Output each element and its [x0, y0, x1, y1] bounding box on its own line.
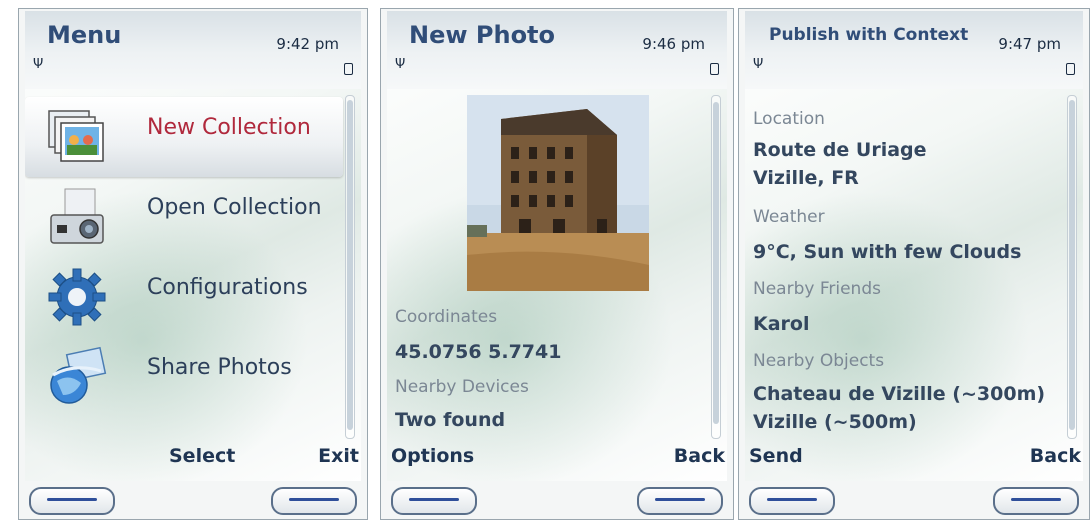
battery-icon: [344, 63, 353, 75]
nearby-objects-line1: Chateau de Vizille (~300m): [753, 383, 1046, 405]
menu-item-new-collection[interactable]: New Collection: [25, 97, 343, 177]
status-title-bar: New Photo 9:46 pm Ψ: [387, 11, 727, 89]
status-title-bar: Publish with Context 9:47 pm Ψ: [745, 11, 1083, 89]
signal-icon: Ψ: [753, 57, 764, 72]
nearby-friends-label: Nearby Friends: [753, 279, 881, 299]
nearby-objects-label: Nearby Objects: [753, 351, 885, 371]
location-line2: Vizille, FR: [753, 167, 859, 189]
scrollbar[interactable]: [1067, 95, 1077, 439]
screen-title: New Photo: [409, 21, 556, 49]
publish-screen: Publish with Context 9:47 pm Ψ Location …: [738, 8, 1090, 520]
scrollbar[interactable]: [345, 95, 355, 439]
right-softkey-button[interactable]: [993, 487, 1079, 515]
photo-display: New Photo 9:46 pm Ψ Coordinates 45.0756 …: [387, 11, 727, 481]
location-label: Location: [753, 109, 825, 129]
softkey-bar: Send Back: [745, 437, 1083, 477]
options-softkey[interactable]: Options: [391, 445, 474, 467]
coordinates-value: 45.0756 5.7741: [395, 341, 562, 363]
new-photo-screen: New Photo 9:46 pm Ψ Coordinates 45.0756 …: [380, 8, 734, 520]
right-softkey-button[interactable]: [271, 487, 357, 515]
location-line1: Route de Uriage: [753, 139, 927, 161]
exit-softkey[interactable]: Exit: [318, 445, 359, 467]
menu-screen: Menu 9:42 pm Ψ New Collection Open Colle…: [18, 8, 368, 520]
menu-item-label: New Collection: [147, 115, 311, 140]
back-softkey[interactable]: Back: [1030, 445, 1081, 467]
menu-item-share-photos[interactable]: Share Photos: [25, 337, 343, 417]
nearby-devices-label: Nearby Devices: [395, 377, 529, 397]
screen-title: Publish with Context: [769, 25, 969, 45]
nearby-objects-line2: Vizille (~500m): [753, 411, 917, 433]
coordinates-label: Coordinates: [395, 307, 498, 327]
send-softkey[interactable]: Send: [749, 445, 803, 467]
publish-display: Publish with Context 9:47 pm Ψ Location …: [745, 11, 1083, 481]
photo-thumbnail[interactable]: [467, 95, 649, 291]
gear-icon: [48, 268, 106, 326]
nearby-friends-value: Karol: [753, 313, 810, 335]
weather-label: Weather: [753, 207, 825, 227]
clock: 9:47 pm: [998, 35, 1061, 53]
weather-value: 9°C, Sun with few Clouds: [753, 241, 1022, 263]
photo-stack-icon: [48, 110, 104, 162]
menu-item-open-collection[interactable]: Open Collection: [25, 177, 343, 257]
back-softkey[interactable]: Back: [674, 445, 725, 467]
battery-icon: [1066, 63, 1075, 75]
nearby-devices-value: Two found: [395, 409, 506, 431]
screen-title: Menu: [47, 21, 122, 49]
battery-icon: [710, 63, 719, 75]
left-softkey-button[interactable]: [391, 487, 477, 515]
camera-icon: [50, 188, 104, 244]
scrollbar[interactable]: [711, 95, 721, 439]
softkey-bar: Select Exit: [25, 437, 361, 477]
status-title-bar: Menu 9:42 pm Ψ: [25, 11, 361, 89]
menu-item-label: Configurations: [147, 275, 308, 300]
menu-item-label: Open Collection: [147, 195, 322, 220]
select-softkey[interactable]: Select: [169, 445, 235, 467]
globe-share-icon: [50, 346, 107, 404]
softkey-bar: Options Back: [387, 437, 727, 477]
left-softkey-button[interactable]: [29, 487, 115, 515]
clock: 9:42 pm: [276, 35, 339, 53]
menu-item-label: Share Photos: [147, 355, 292, 380]
clock: 9:46 pm: [642, 35, 705, 53]
right-softkey-button[interactable]: [637, 487, 723, 515]
left-softkey-button[interactable]: [749, 487, 835, 515]
signal-icon: Ψ: [395, 57, 406, 72]
menu-display: Menu 9:42 pm Ψ New Collection Open Colle…: [25, 11, 361, 481]
signal-icon: Ψ: [33, 57, 44, 72]
menu-item-configurations[interactable]: Configurations: [25, 257, 343, 337]
